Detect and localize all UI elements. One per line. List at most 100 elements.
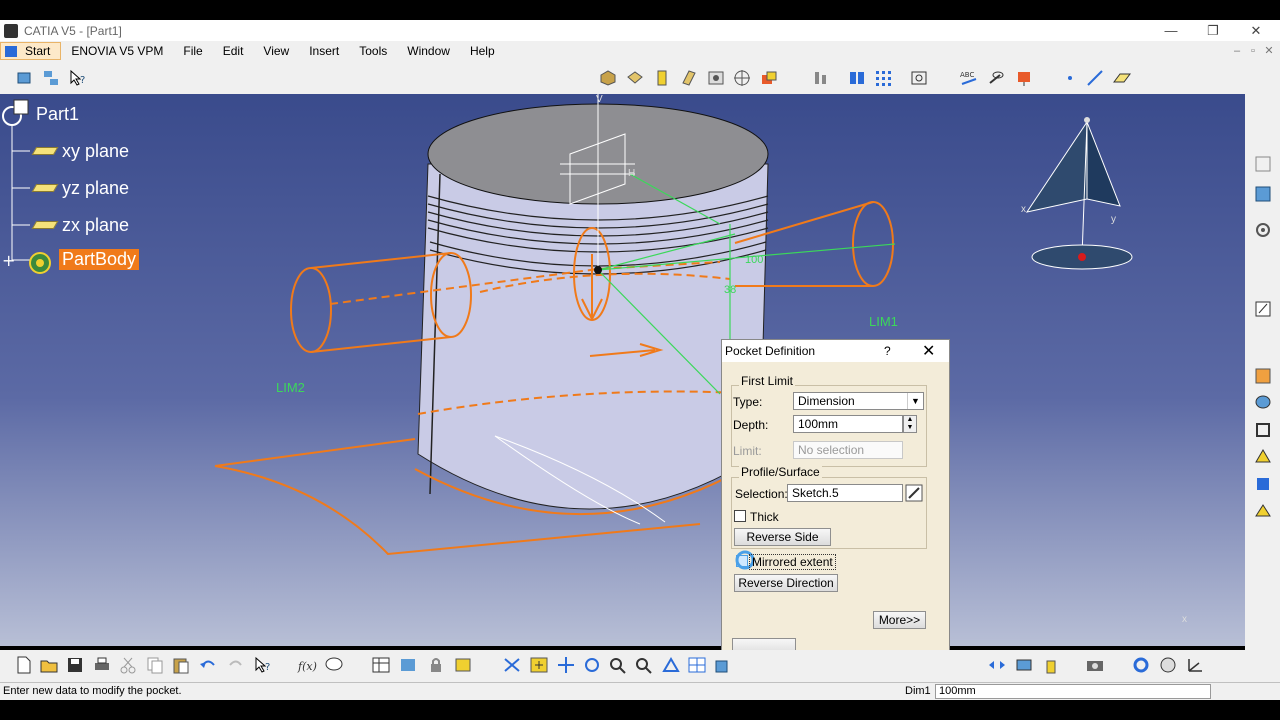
hole-icon[interactable] bbox=[706, 69, 726, 87]
edit-sketch-icon[interactable] bbox=[1253, 299, 1273, 319]
measure-icon[interactable] bbox=[812, 69, 832, 87]
minimize-button[interactable]: — bbox=[1151, 20, 1191, 41]
text-annotation-icon[interactable]: ABC bbox=[959, 69, 979, 87]
dim-label: Dim1 bbox=[905, 685, 931, 697]
new-file-icon[interactable] bbox=[14, 656, 34, 674]
transformation-icon[interactable] bbox=[1253, 474, 1273, 494]
3d-viewport[interactable]: LIM1 LIM2 38 100 V H x y x Part1 xy plan… bbox=[0, 94, 1245, 646]
formula-icon[interactable]: f(x) bbox=[297, 656, 317, 674]
zoom-in-icon[interactable] bbox=[608, 656, 628, 674]
mirrored-extent-label[interactable]: Mirrored extent bbox=[749, 554, 836, 570]
refresh-icon[interactable] bbox=[1131, 656, 1151, 674]
settings-gear-icon[interactable] bbox=[1253, 220, 1273, 240]
dialog-close-button[interactable]: ✕ bbox=[922, 341, 935, 361]
depth-spinner[interactable]: ▲ ▼ bbox=[903, 415, 917, 433]
reverse-direction-button[interactable]: Reverse Direction bbox=[734, 574, 838, 592]
more-button[interactable]: More>> bbox=[873, 611, 926, 629]
table-icon[interactable] bbox=[371, 656, 391, 674]
pad-icon[interactable] bbox=[598, 69, 618, 87]
copy-icon[interactable] bbox=[145, 656, 165, 674]
dim-value-input[interactable]: 100mm bbox=[935, 684, 1211, 699]
type-combo[interactable]: Dimension ▼ bbox=[793, 392, 924, 410]
redo-icon[interactable] bbox=[226, 656, 246, 674]
menu-help[interactable]: Help bbox=[460, 44, 505, 58]
menu-tools[interactable]: Tools bbox=[349, 44, 397, 58]
fly-mode-icon[interactable] bbox=[502, 656, 522, 674]
tree-root-part1[interactable]: Part1 bbox=[36, 104, 79, 125]
tree-item-partbody[interactable]: PartBody bbox=[59, 249, 140, 270]
catalog-icon[interactable] bbox=[398, 656, 418, 674]
zoom-out-icon[interactable] bbox=[634, 656, 654, 674]
menu-file[interactable]: File bbox=[173, 44, 212, 58]
hide-show-icon[interactable] bbox=[987, 656, 1007, 674]
whats-this-icon[interactable]: ? bbox=[253, 656, 273, 674]
boolean-icon[interactable] bbox=[1253, 502, 1273, 522]
select-icon[interactable] bbox=[16, 69, 36, 87]
menu-enovia[interactable]: ENOVIA V5 VPM bbox=[61, 44, 173, 58]
solid-combine-icon[interactable] bbox=[759, 69, 779, 87]
menu-insert[interactable]: Insert bbox=[299, 44, 349, 58]
grid-icon[interactable] bbox=[874, 69, 894, 87]
pocket-icon[interactable] bbox=[625, 69, 645, 87]
constraint-icon[interactable] bbox=[847, 69, 867, 87]
help-button[interactable]: ? bbox=[884, 344, 891, 358]
hand-icon[interactable] bbox=[1158, 656, 1178, 674]
shaft-icon[interactable] bbox=[652, 69, 672, 87]
camera-icon[interactable] bbox=[1085, 656, 1105, 674]
partbody-gear-icon[interactable]: + bbox=[2, 249, 58, 277]
multi-view-icon[interactable] bbox=[687, 656, 707, 674]
draft-icon[interactable] bbox=[1253, 446, 1273, 466]
reverse-side-button[interactable]: Reverse Side bbox=[734, 528, 831, 546]
sketcher-icon[interactable] bbox=[1253, 154, 1273, 174]
open-folder-icon[interactable] bbox=[39, 656, 59, 674]
groove-icon[interactable] bbox=[679, 69, 699, 87]
lock-icon[interactable] bbox=[426, 656, 446, 674]
menu-view[interactable]: View bbox=[253, 44, 299, 58]
positioned-sketch-icon[interactable] bbox=[1253, 184, 1273, 204]
sketch-analysis-icon[interactable] bbox=[909, 69, 929, 87]
knowledge-advisor-icon[interactable] bbox=[324, 656, 344, 674]
save-icon[interactable] bbox=[65, 656, 85, 674]
publish-icon[interactable] bbox=[1014, 69, 1034, 87]
point-icon[interactable] bbox=[1061, 69, 1081, 87]
rib-icon[interactable] bbox=[732, 69, 752, 87]
line-icon[interactable] bbox=[1085, 69, 1105, 87]
chevron-down-icon[interactable]: ▼ bbox=[907, 393, 923, 409]
title-bar: CATIA V5 - [Part1] — ❐ ✕ bbox=[0, 20, 1280, 41]
menu-edit[interactable]: Edit bbox=[213, 44, 254, 58]
cut-icon[interactable] bbox=[118, 656, 138, 674]
print-icon[interactable] bbox=[92, 656, 112, 674]
geometry-canvas[interactable] bbox=[0, 94, 1245, 646]
iso-view-icon[interactable] bbox=[713, 656, 733, 674]
mdi-close-button[interactable]: ✕ bbox=[1260, 41, 1278, 61]
paste-icon[interactable] bbox=[171, 656, 191, 674]
fillet-icon[interactable] bbox=[1253, 366, 1273, 386]
flag-note-icon[interactable] bbox=[986, 69, 1006, 87]
restore-button[interactable]: ❐ bbox=[1193, 20, 1233, 41]
rotate-icon[interactable] bbox=[582, 656, 602, 674]
swap-visible-icon[interactable] bbox=[1014, 656, 1034, 674]
shell-icon[interactable] bbox=[1253, 392, 1273, 412]
fit-all-icon[interactable] bbox=[529, 656, 549, 674]
tree-item-yz-plane[interactable]: yz plane bbox=[62, 178, 129, 199]
normal-view-icon[interactable] bbox=[661, 656, 681, 674]
axis-system-icon[interactable] bbox=[1185, 656, 1205, 674]
close-button[interactable]: ✕ bbox=[1236, 20, 1276, 41]
thick-checkbox[interactable] bbox=[734, 510, 746, 522]
sketch-edit-icon[interactable] bbox=[905, 484, 923, 502]
depth-input[interactable]: 100mm bbox=[793, 415, 903, 433]
pan-icon[interactable] bbox=[556, 656, 576, 674]
tree-item-xy-plane[interactable]: xy plane bbox=[62, 141, 129, 162]
limit-field: No selection bbox=[793, 441, 903, 459]
thread-icon[interactable] bbox=[1253, 420, 1273, 440]
bottle-icon[interactable] bbox=[1041, 656, 1061, 674]
plane-icon[interactable] bbox=[1112, 69, 1132, 87]
undo-icon[interactable] bbox=[198, 656, 218, 674]
selection-input[interactable]: Sketch.5 bbox=[787, 484, 903, 502]
rule-icon[interactable] bbox=[453, 656, 473, 674]
tree-expand-icon[interactable] bbox=[42, 69, 62, 87]
tree-item-zx-plane[interactable]: zx plane bbox=[62, 215, 129, 236]
menu-start[interactable]: Start bbox=[0, 42, 62, 60]
whats-this-icon[interactable]: ? bbox=[68, 69, 88, 87]
menu-window[interactable]: Window bbox=[397, 44, 460, 58]
